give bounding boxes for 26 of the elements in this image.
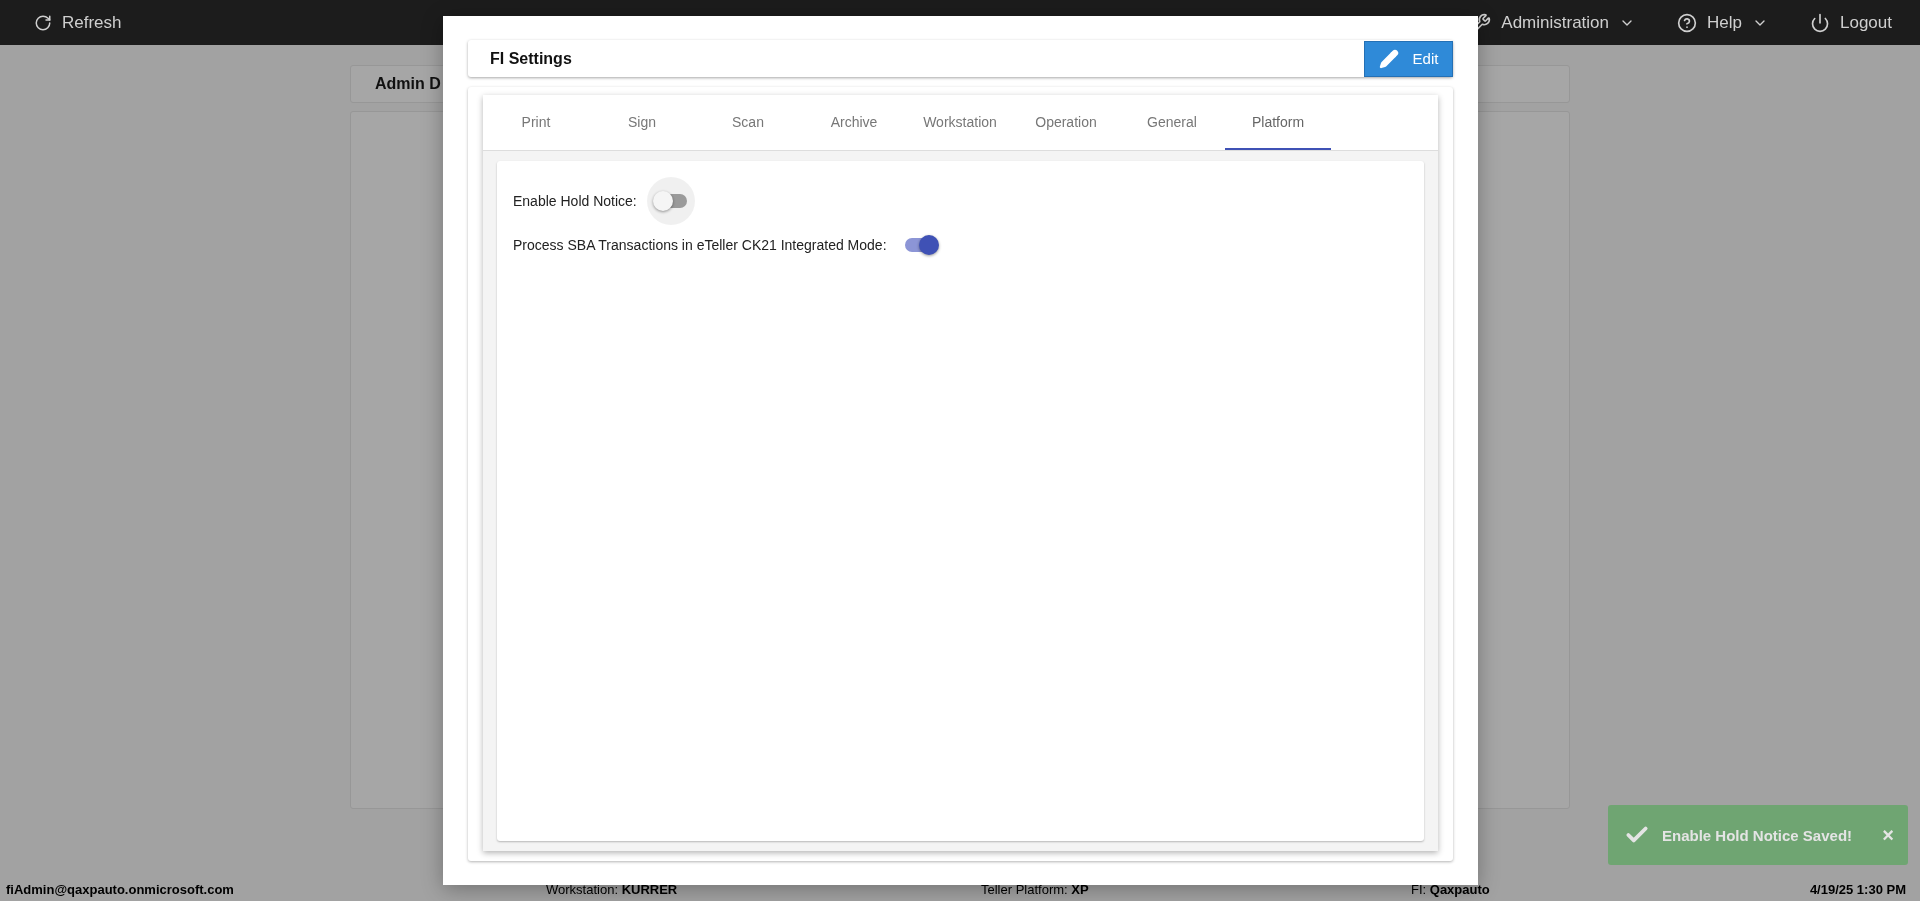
status-text: Teller Platform: XP <box>981 881 1090 897</box>
status-text: fiAdmin@qaxpauto.onmicrosoft.com <box>6 881 235 897</box>
toast-message: Enable Hold Notice Saved! <box>1662 826 1854 844</box>
refresh-icon <box>34 13 52 32</box>
status-text: Workstation: KURRER <box>546 881 679 897</box>
power-icon <box>1810 12 1830 33</box>
status-text: 4/19/25 1:30 PM <box>1809 881 1906 897</box>
toggle-switch[interactable] <box>652 189 689 213</box>
edit-button[interactable]: Edit <box>1364 40 1453 77</box>
dialog-title: FI Settings <box>490 49 572 68</box>
refresh-button[interactable]: Refresh <box>34 12 122 33</box>
tab[interactable]: Print <box>483 95 589 150</box>
nav-menu-button[interactable]: Logout <box>1810 12 1892 33</box>
pencil-icon <box>1378 48 1399 69</box>
nav-menu-button[interactable]: Help <box>1677 12 1768 33</box>
tab[interactable]: Operation <box>1013 95 1119 150</box>
tab[interactable]: Archive <box>801 95 907 150</box>
help-icon <box>1677 12 1698 33</box>
setting-label: Enable Hold Notice: <box>513 193 637 209</box>
card-title: Admin D <box>375 75 441 93</box>
tab[interactable]: Workstation <box>907 95 1013 150</box>
tab[interactable]: Sign <box>589 95 695 150</box>
tab[interactable]: General <box>1119 95 1225 150</box>
status-text: FI: Qaxpauto <box>1411 881 1491 897</box>
tab[interactable]: Scan <box>695 95 801 150</box>
setting-label: Process SBA Transactions in eTeller CK21 Integrated Mode: <box>513 237 887 253</box>
